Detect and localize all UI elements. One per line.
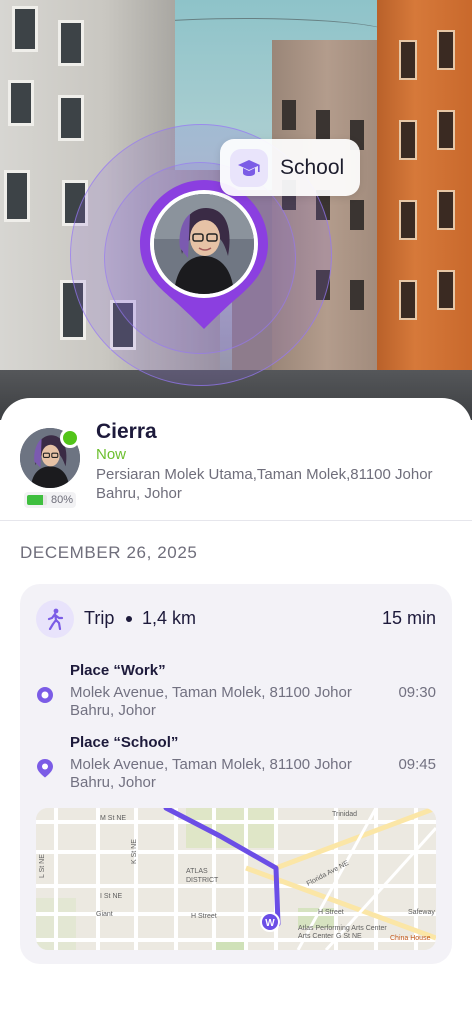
trip-distance: 1,4 km	[142, 608, 197, 628]
battery-icon	[27, 495, 47, 505]
target-dot-icon	[36, 686, 54, 706]
map-street-label: Atlas Performing Arts Center	[298, 925, 387, 932]
date-header: DECEMBER 26, 2025	[20, 543, 198, 562]
place-name: Place “School”	[70, 734, 179, 751]
map-street-label: Giant	[96, 911, 113, 918]
map-street-label: Safeway	[408, 909, 435, 916]
place-address: Molek Avenue, Taman Molek, 81100 Johor B…	[70, 684, 352, 719]
trip-route-map[interactable]: W M St NE ATLAS DISTRICT I St NE H Stree…	[36, 808, 436, 950]
trip-place-school[interactable]: Place “School” Molek Avenue, Taman Molek…	[36, 734, 436, 794]
place-address: Molek Avenue, Taman Molek, 81100 Johor B…	[70, 756, 352, 791]
user-summary[interactable]: 80% Cierra Now Persiaran Molek Utama,Tam…	[0, 420, 472, 520]
user-status: Now	[96, 446, 127, 463]
svg-text:K St NE: K St NE	[131, 839, 138, 864]
battery-fill	[27, 495, 43, 505]
user-address: Persiaran Molek Utama,Taman Molek,81100 …	[96, 466, 433, 502]
place-tag-label: School	[280, 155, 345, 179]
walking-icon	[36, 600, 74, 638]
user-location-pin[interactable]	[138, 178, 270, 330]
map-pin-icon	[36, 758, 54, 778]
svg-text:DISTRICT: DISTRICT	[186, 877, 219, 884]
place-time: 09:30	[398, 684, 436, 701]
separator-dot	[126, 616, 132, 622]
svg-text:ATLAS: ATLAS	[186, 868, 208, 875]
battery-indicator: 80%	[24, 492, 77, 508]
map-street-label: China House	[390, 935, 431, 942]
map-street-label: L St NE	[39, 854, 46, 878]
details-sheet: 80% Cierra Now Persiaran Molek Utama,Tam…	[0, 398, 472, 1024]
building-right	[377, 0, 472, 400]
hero-photo: School	[0, 0, 472, 420]
battery-percent: 80%	[51, 494, 74, 506]
map-street-label: G St NE	[336, 933, 362, 940]
divider	[0, 520, 472, 521]
user-name: Cierra	[96, 420, 157, 443]
trip-label: Trip	[84, 608, 115, 628]
map-marker-letter: W	[265, 918, 275, 929]
map-street-label: M St NE	[100, 815, 126, 822]
user-avatar-group: 80%	[20, 428, 80, 512]
trip-summary: Trip 1,4 km 15 min	[36, 600, 436, 638]
place-time: 09:45	[398, 756, 436, 773]
trip-card[interactable]: Trip 1,4 km 15 min Place “Work” Molek Av…	[20, 584, 452, 964]
graduation-cap-icon	[230, 148, 268, 187]
online-status-dot	[60, 428, 80, 448]
pin-avatar-photo	[150, 190, 258, 298]
map-street-label: I St NE	[100, 893, 123, 900]
place-tag[interactable]: School	[220, 139, 360, 196]
place-name: Place “Work”	[70, 662, 166, 679]
svg-text:H Street: H Street	[318, 909, 344, 916]
svg-text:Arts Center: Arts Center	[298, 933, 334, 940]
trip-place-work[interactable]: Place “Work” Molek Avenue, Taman Molek, …	[36, 662, 436, 722]
map-street-label: Trinidad	[332, 811, 357, 818]
trip-duration: 15 min	[381, 608, 436, 628]
map-street-label: H Street	[191, 913, 217, 920]
